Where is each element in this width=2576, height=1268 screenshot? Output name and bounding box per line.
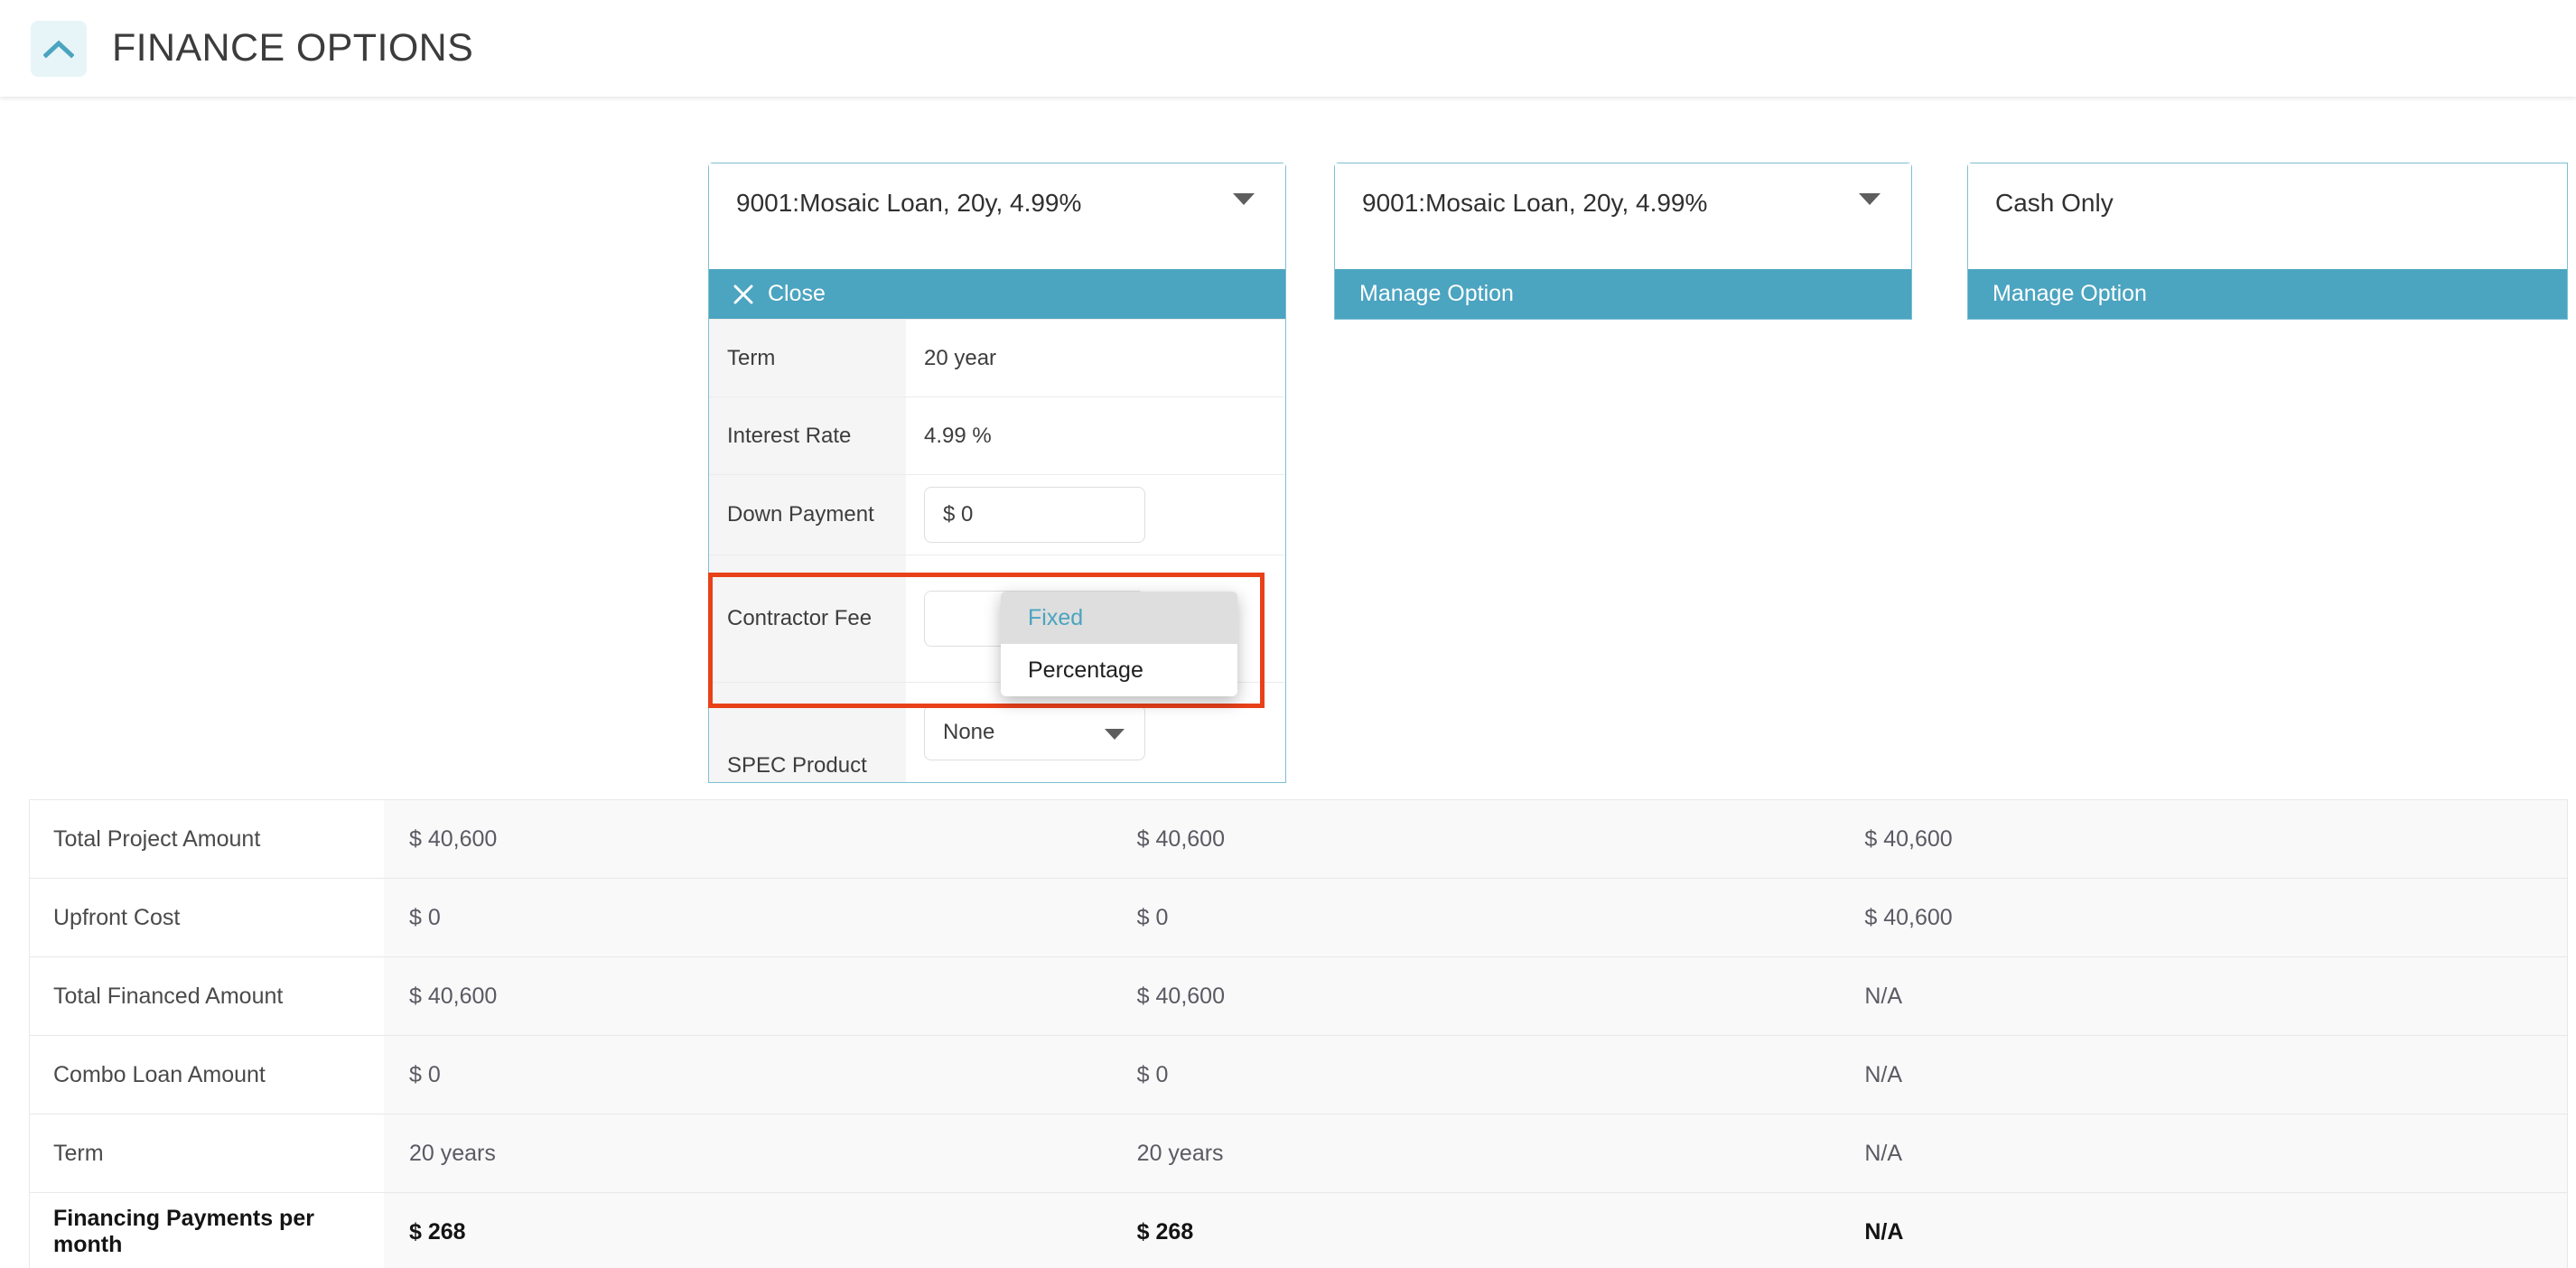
summary-value-col3: $ 40,600 xyxy=(1839,800,2568,878)
summary-value-col2: $ 0 xyxy=(1111,879,1840,956)
detail-row-down-payment: Down Payment $ 0 xyxy=(709,474,1285,555)
table-row: Term 20 years 20 years N/A xyxy=(30,1114,2568,1193)
detail-value-interest-rate: 4.99 % xyxy=(906,397,1285,474)
chevron-down-icon xyxy=(1233,193,1255,205)
summary-value-col3: N/A xyxy=(1839,957,2568,1035)
chevron-down-icon xyxy=(1105,729,1125,740)
loan-product-select-2[interactable]: 9001:Mosaic Loan, 20y, 4.99% xyxy=(1335,163,1911,269)
summary-value-col3: N/A xyxy=(1839,1114,2568,1192)
summary-value-col2: $ 40,600 xyxy=(1111,957,1840,1035)
summary-value-col1: 20 years xyxy=(384,1114,1112,1192)
manage-option-button-3[interactable]: Manage Option xyxy=(1968,269,2567,319)
detail-value-spec-product: None xyxy=(906,683,1285,782)
finance-option-card-2: 9001:Mosaic Loan, 20y, 4.99% Manage Opti… xyxy=(1334,163,1912,320)
summary-value-col2: $ 0 xyxy=(1111,1036,1840,1114)
close-option-label-1: Close xyxy=(768,281,826,306)
summary-value-col1: $ 40,600 xyxy=(384,800,1112,878)
summary-value-col2: $ 40,600 xyxy=(1111,800,1840,878)
detail-label-contractor-fee: Contractor Fee xyxy=(709,555,906,682)
summary-label: Total Financed Amount xyxy=(30,957,384,1035)
detail-label-spec-product: SPEC Product xyxy=(709,683,906,782)
down-payment-input[interactable]: $ 0 xyxy=(924,487,1145,543)
manage-option-label-3: Manage Option xyxy=(1993,281,2147,306)
cash-only-title-wrap: Cash Only xyxy=(1968,163,2567,269)
section-header: FINANCE OPTIONS xyxy=(0,0,2576,97)
summary-value-col1: $ 40,600 xyxy=(384,957,1112,1035)
summary-value-col3: $ 40,600 xyxy=(1839,879,2568,956)
loan-product-select-value-1: 9001:Mosaic Loan, 20y, 4.99% xyxy=(736,189,1082,217)
manage-option-button-2[interactable]: Manage Option xyxy=(1335,269,1911,319)
page-title: FINANCE OPTIONS xyxy=(112,26,474,70)
summary-value-col3: N/A xyxy=(1839,1193,2568,1268)
table-row: Total Project Amount $ 40,600 $ 40,600 $… xyxy=(30,800,2568,879)
table-row: Financing Payments per month $ 268 $ 268… xyxy=(30,1193,2568,1268)
table-row: Combo Loan Amount $ 0 $ 0 N/A xyxy=(30,1036,2568,1114)
close-option-button-1[interactable]: Close xyxy=(709,269,1285,319)
detail-row-interest-rate: Interest Rate 4.99 % xyxy=(709,396,1285,474)
spec-product-select-value: None xyxy=(943,720,995,744)
collapse-section-button[interactable] xyxy=(31,20,87,77)
close-x-icon xyxy=(733,284,753,304)
finance-summary-table: Total Project Amount $ 40,600 $ 40,600 $… xyxy=(29,799,2568,1268)
detail-value-down-payment: $ 0 xyxy=(906,475,1285,555)
dropdown-option-percentage[interactable]: Percentage xyxy=(1001,644,1237,696)
detail-label-down-payment: Down Payment xyxy=(709,475,906,555)
summary-value-col2: $ 268 xyxy=(1111,1193,1840,1268)
dropdown-option-fixed[interactable]: Fixed xyxy=(1001,592,1237,644)
detail-row-term: Term 20 year xyxy=(709,319,1285,396)
contractor-fee-dropdown-menu[interactable]: Fixed Percentage xyxy=(1001,592,1237,696)
detail-label-term: Term xyxy=(709,320,906,396)
summary-value-col2: 20 years xyxy=(1111,1114,1840,1192)
summary-value-col3: N/A xyxy=(1839,1036,2568,1114)
detail-label-interest-rate: Interest Rate xyxy=(709,397,906,474)
summary-label: Combo Loan Amount xyxy=(30,1036,384,1114)
table-row: Upfront Cost $ 0 $ 0 $ 40,600 xyxy=(30,879,2568,957)
finance-options-page: FINANCE OPTIONS 9001:Mosaic Loan, 20y, 4… xyxy=(0,0,2576,1268)
table-row: Total Financed Amount $ 40,600 $ 40,600 … xyxy=(30,957,2568,1036)
cash-only-title: Cash Only xyxy=(1995,189,2114,217)
summary-label: Term xyxy=(30,1114,384,1192)
chevron-down-icon xyxy=(1859,193,1881,205)
summary-label: Upfront Cost xyxy=(30,879,384,956)
spec-product-select[interactable]: None xyxy=(924,704,1145,760)
detail-row-spec-product: SPEC Product None xyxy=(709,682,1285,782)
summary-value-col1: $ 0 xyxy=(384,1036,1112,1114)
summary-value-col1: $ 0 xyxy=(384,879,1112,956)
detail-value-term: 20 year xyxy=(906,320,1285,396)
summary-label: Financing Payments per month xyxy=(30,1193,384,1268)
finance-option-cards: 9001:Mosaic Loan, 20y, 4.99% Close Term … xyxy=(0,97,2576,799)
manage-option-label-2: Manage Option xyxy=(1359,281,1514,306)
chevron-up-icon xyxy=(43,39,74,59)
summary-value-col1: $ 268 xyxy=(384,1193,1112,1268)
summary-label: Total Project Amount xyxy=(30,800,384,878)
finance-option-card-3: Cash Only Manage Option xyxy=(1967,163,2568,320)
loan-product-select-value-2: 9001:Mosaic Loan, 20y, 4.99% xyxy=(1362,189,1708,217)
loan-product-select-1[interactable]: 9001:Mosaic Loan, 20y, 4.99% xyxy=(709,163,1285,269)
